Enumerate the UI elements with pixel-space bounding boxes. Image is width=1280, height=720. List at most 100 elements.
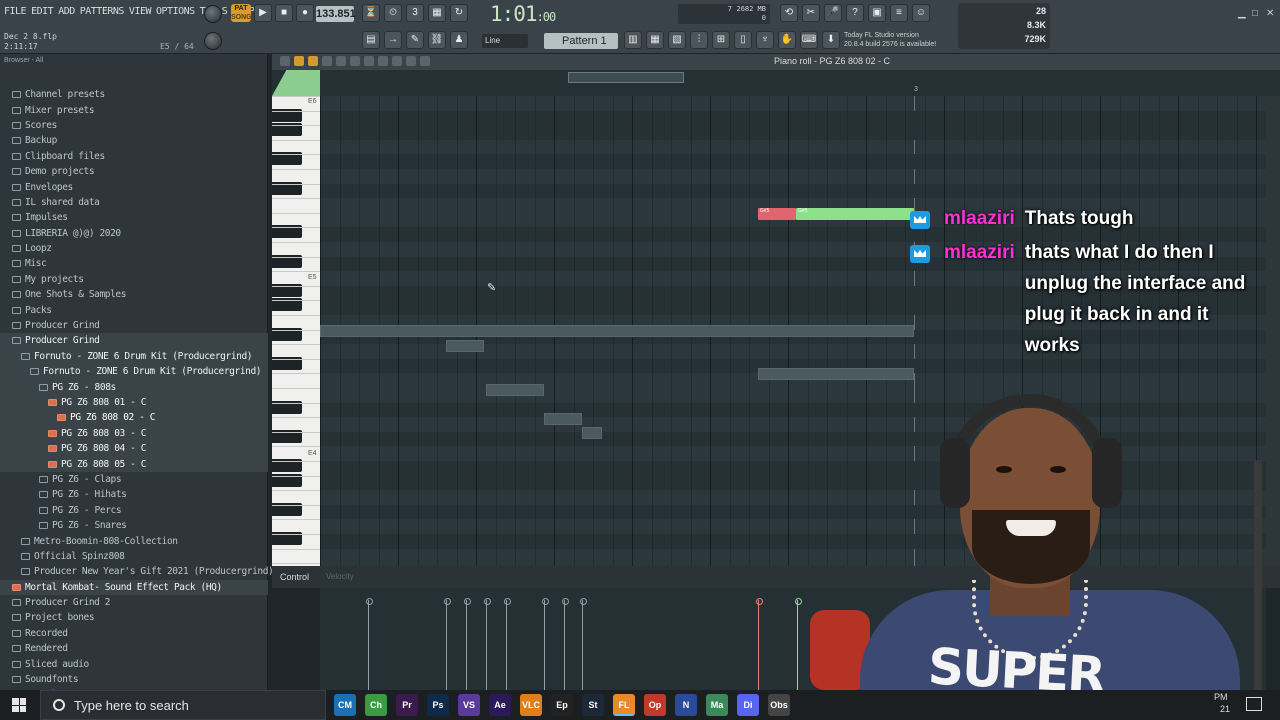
piano-keyboard[interactable]: E6 E5 E4 (272, 96, 320, 566)
metronome-icon[interactable]: ⏳ (362, 4, 380, 22)
typing-keyboard-icon[interactable]: ⌨ (800, 31, 818, 49)
menu-edit[interactable]: EDIT (31, 6, 54, 17)
taskbar-app-icon[interactable]: VS (458, 694, 480, 716)
taskbar-app-icon[interactable]: Op (644, 694, 666, 716)
taskbar-search[interactable]: Type here to search (40, 690, 326, 720)
browser-item[interactable]: Clipboard files (0, 149, 268, 164)
tool-zoom-icon[interactable] (406, 56, 416, 66)
menu-file[interactable]: FILE (4, 6, 27, 17)
taskbar-app-icon[interactable]: VLC (520, 694, 542, 716)
taskbar-app-icon[interactable]: Ch (365, 694, 387, 716)
plugin-picker-icon[interactable]: ♆ (756, 31, 774, 49)
browser-item[interactable]: IL shared data (0, 195, 268, 210)
taskbar-app-icon[interactable]: Pr (396, 694, 418, 716)
browser-item[interactable]: PG Z6 - Percs (0, 503, 268, 518)
browser-item[interactable]: Misc (0, 256, 268, 271)
control-target[interactable]: Velocity (326, 572, 354, 581)
tool-mute-icon[interactable] (350, 56, 360, 66)
velocity-bar[interactable] (464, 598, 471, 690)
taskbar-app-icon[interactable]: Di (737, 694, 759, 716)
taskbar-app-icon[interactable]: CM (334, 694, 356, 716)
browser-item[interactable]: Producer Grind (0, 318, 268, 333)
browser-item[interactable]: Scores (0, 118, 268, 133)
playlist-window-icon[interactable]: ▥ (624, 31, 642, 49)
note[interactable]: G#5 (758, 208, 796, 220)
menu-add[interactable]: ADD (58, 6, 75, 17)
minimize-icon[interactable]: ▁ (1238, 8, 1246, 19)
arrow-right-icon[interactable]: → (384, 31, 402, 49)
notifications-icon[interactable] (1246, 697, 1262, 711)
taskbar-app-icon[interactable]: St (582, 694, 604, 716)
master-volume-knob[interactable] (204, 5, 222, 23)
browser-item[interactable]: Fornuto - ZONE 6 Drum Kit (Producergrind… (0, 364, 268, 380)
browser-item[interactable]: Channel presets (0, 87, 268, 102)
update-notice[interactable]: Today FL Studio version 20.8.4 build 257… (844, 31, 936, 49)
velocity-bar[interactable] (542, 598, 549, 690)
menu-view[interactable]: VIEW (129, 6, 152, 17)
browser-item[interactable]: Producer Grind (0, 333, 268, 349)
browser-item[interactable]: PG Z6 808 05 - C (0, 456, 268, 472)
channel-rack-icon[interactable]: ▦ (646, 31, 664, 49)
record-button[interactable]: ● (296, 4, 314, 22)
taskbar-app-icon[interactable]: Ep (551, 694, 573, 716)
browser-item[interactable]: Backup (0, 133, 268, 148)
cut-icon[interactable]: ✂ (802, 4, 820, 22)
browser-item[interactable]: Envelopes (0, 179, 268, 194)
browser-item[interactable]: Recorded (0, 626, 268, 641)
velocity-bar[interactable] (484, 598, 491, 690)
tool-slice-icon[interactable] (378, 56, 388, 66)
wait-input-icon[interactable]: ⏲ (384, 4, 402, 22)
snap-selector[interactable]: Line (482, 34, 528, 48)
browser-item[interactable]: PG Z6 808 02 - C (0, 410, 268, 426)
step-edit-icon[interactable]: ▦ (428, 4, 446, 22)
browser-item[interactable]: Demo projects (0, 164, 268, 179)
time-ruler[interactable]: 3 (320, 86, 1266, 96)
menu-options[interactable]: OPTIONS (156, 6, 195, 17)
velocity-bar[interactable] (795, 598, 802, 690)
browser-item[interactable]: One Shots & Samples (0, 287, 268, 302)
help-icon[interactable]: ? (846, 4, 864, 22)
browser-item[interactable]: My projects (0, 272, 268, 287)
close-icon[interactable]: ✕ (1266, 8, 1274, 19)
tool-slip-icon[interactable] (364, 56, 374, 66)
velocity-bar[interactable] (504, 598, 511, 690)
download-icon[interactable]: ⬇ (822, 31, 840, 49)
browser-item[interactable]: Project bones (0, 610, 268, 625)
browser-item[interactable]: LIBRERIA @)@) 2020 (0, 226, 268, 241)
taskbar-app-icon[interactable]: Obs (768, 694, 790, 716)
tool-select-icon[interactable] (392, 56, 402, 66)
tool-magnet-icon[interactable] (294, 56, 304, 66)
maximize-icon[interactable]: □ (1252, 8, 1258, 19)
pat-song-toggle[interactable]: PAT SONG (231, 4, 252, 22)
touch-keyboard-icon[interactable]: ✋ (778, 31, 796, 49)
browser-item[interactable]: Packs (0, 302, 268, 317)
link-icon[interactable]: ⛓ (428, 31, 446, 49)
taskbar-app-icon[interactable]: Ma (706, 694, 728, 716)
tool-pencil-icon[interactable] (308, 56, 318, 66)
stamp-icon[interactable]: ♟ (450, 31, 468, 49)
pencil-icon[interactable]: ✎ (406, 31, 424, 49)
save-icon[interactable]: ▣ (868, 4, 886, 22)
plugin-db-icon[interactable]: ▯ (734, 31, 752, 49)
taskbar-app-icon[interactable]: N (675, 694, 697, 716)
velocity-bar[interactable] (366, 598, 373, 690)
tool-delete-icon[interactable] (336, 56, 346, 66)
stop-button[interactable]: ■ (275, 4, 293, 22)
browser-item[interactable]: Mortal Kombat- Sound Effect Pack (HQ) (0, 579, 268, 595)
tempo-display[interactable]: 133.851 (316, 6, 356, 22)
menu-patterns[interactable]: PATTERNS (80, 6, 125, 17)
piano-roll-icon[interactable]: ▧ (668, 31, 686, 49)
play-button[interactable]: ▶ (254, 4, 272, 22)
control-label[interactable]: Control (280, 572, 309, 582)
taskbar-app-icon[interactable]: FL (613, 694, 635, 716)
browser-item[interactable]: PG Z6 808 01 - C (0, 394, 268, 411)
chat-icon[interactable]: ☺ (912, 4, 930, 22)
velocity-bar[interactable] (562, 598, 569, 690)
master-pitch-knob[interactable] (204, 32, 222, 50)
countdown-icon[interactable]: 3 (406, 4, 424, 22)
windows-start-icon[interactable] (12, 698, 26, 712)
velocity-bar[interactable] (580, 598, 587, 690)
browser-item[interactable]: PG Z6 - Snares (0, 518, 268, 533)
loop-record-icon[interactable]: ↻ (450, 4, 468, 22)
overview-scroll-window[interactable] (568, 72, 684, 83)
